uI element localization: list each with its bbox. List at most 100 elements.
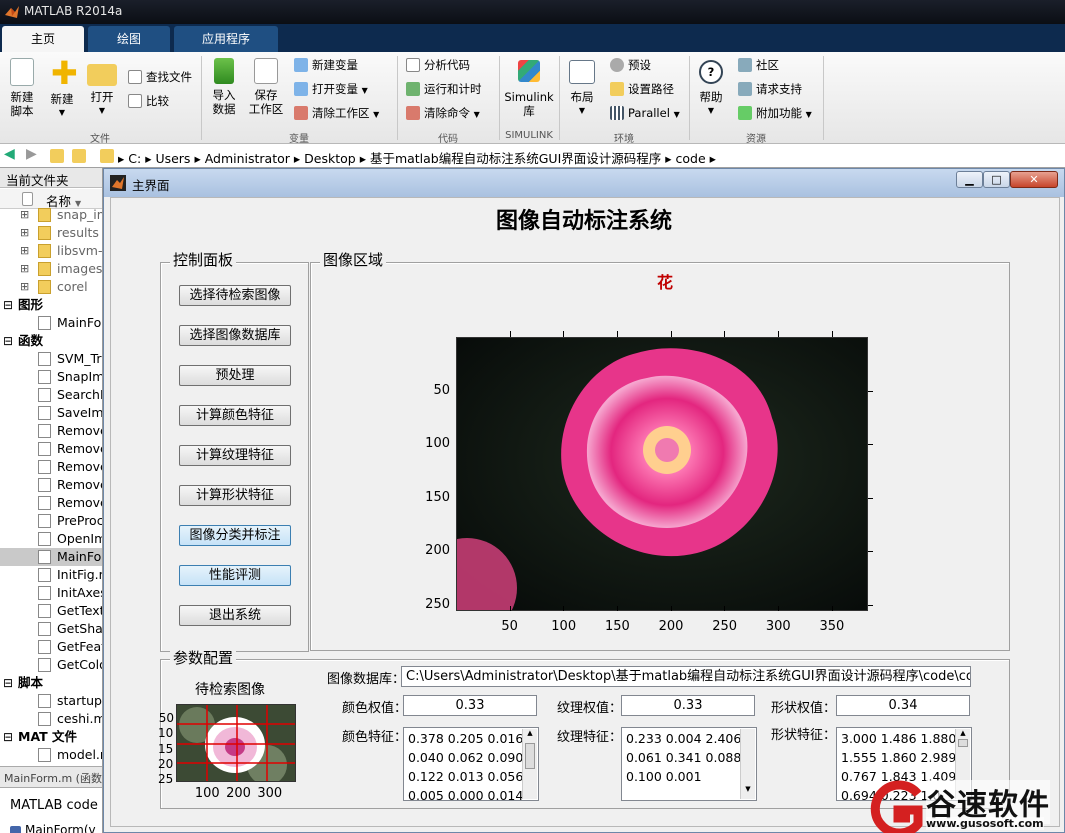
collapse-icon[interactable]: ⊟ (3, 674, 13, 692)
layout-button[interactable]: 布局 ▼ (564, 58, 600, 118)
collapse-icon[interactable]: ⊟ (3, 728, 13, 746)
browse-folder-icon[interactable] (72, 149, 86, 163)
tree-item[interactable]: ceshi.m (0, 710, 102, 728)
set-path-button[interactable]: 设置路径 (610, 82, 674, 96)
tab-plots[interactable]: 绘图 (88, 26, 170, 52)
shape-weight-field[interactable]: 0.34 (836, 695, 970, 716)
control-button[interactable]: 性能评测 (179, 565, 291, 586)
scrollbar[interactable]: ▲ (522, 729, 537, 799)
crumb-users[interactable]: Users (155, 151, 190, 166)
collapse-icon[interactable]: ⊟ (3, 332, 13, 350)
compare-button[interactable]: 比较 (128, 94, 169, 108)
tree-item[interactable]: InitFig.m (0, 566, 102, 584)
simulink-library-button[interactable]: Simulink 库 (504, 58, 554, 118)
tree-item[interactable]: Remove (0, 476, 102, 494)
preferences-button[interactable]: 预设 (610, 58, 651, 72)
tree-group[interactable]: ⊟ MAT 文件 (0, 728, 102, 746)
tree-item[interactable]: SVM_Tr (0, 350, 102, 368)
back-icon[interactable]: ◀ (4, 146, 15, 162)
tree-item[interactable]: MainFo (0, 548, 102, 566)
tree-item[interactable]: SearchR (0, 386, 102, 404)
tree-item[interactable]: startup. (0, 692, 102, 710)
control-button[interactable]: 选择待检索图像 (179, 285, 291, 306)
expand-icon[interactable]: ⊞ (20, 260, 29, 278)
tree-group[interactable]: ⊟ 函数 (0, 332, 102, 350)
clear-workspace-button[interactable]: 清除工作区 ▼ (294, 106, 379, 122)
scroll-up-icon[interactable]: ▲ (523, 729, 537, 737)
tree-item[interactable]: Remove (0, 458, 102, 476)
help-button[interactable]: ? 帮助 ▼ (694, 58, 728, 118)
forward-icon[interactable]: ▶ (26, 146, 37, 162)
control-button[interactable]: 图像分类并标注 (179, 525, 291, 546)
up-folder-icon[interactable] (50, 149, 64, 163)
control-button[interactable]: 计算形状特征 (179, 485, 291, 506)
tree-item[interactable]: SnapIm (0, 368, 102, 386)
tree-item[interactable]: GetFeat (0, 638, 102, 656)
tree-item[interactable]: PreProc (0, 512, 102, 530)
save-workspace-button[interactable]: 保存 工作区 (246, 58, 286, 116)
tree-item[interactable]: ⊞ corel (0, 278, 102, 296)
control-button[interactable]: 预处理 (179, 365, 291, 386)
scrollbar[interactable]: ▼ (740, 729, 755, 799)
tree-item[interactable]: MainFor (0, 314, 102, 332)
color-feature-list[interactable]: 0.378 0.205 0.016 0.040 0.062 0.090 0.122 … (403, 727, 539, 801)
addons-button[interactable]: 附加功能 ▼ (738, 106, 812, 122)
db-path-field[interactable]: C:\Users\Administrator\Desktop\基于matlab编… (401, 666, 971, 687)
address-bar[interactable]: ◀ ▶ ▸ C: ▸ Users ▸ Administrator ▸ Deskt… (0, 144, 1065, 168)
new-script-button[interactable]: 新建 脚本 (4, 58, 40, 118)
scroll-up-icon[interactable]: ▲ (956, 729, 970, 737)
tree-item[interactable]: Remove (0, 440, 102, 458)
run-and-time-button[interactable]: 运行和计时 (406, 82, 482, 96)
new-button[interactable]: ✚ 新建 ▼ (44, 57, 80, 120)
crumb-code[interactable]: code (676, 151, 706, 166)
collapse-icon[interactable]: ⊟ (3, 296, 13, 314)
tree-group[interactable]: ⊟ 图形 (0, 296, 102, 314)
crumb-project[interactable]: 基于matlab编程自动标注系统GUI界面设计源码程序 (370, 151, 661, 166)
tree-item[interactable]: model.m (0, 746, 102, 764)
expand-icon[interactable]: ⊞ (20, 242, 29, 260)
clear-commands-button[interactable]: 清除命令 ▼ (406, 106, 480, 122)
maximize-button[interactable]: □ (983, 171, 1010, 188)
scroll-thumb[interactable] (525, 743, 535, 769)
control-button[interactable]: 选择图像数据库 (179, 325, 291, 346)
tree-item[interactable]: GetShap (0, 620, 102, 638)
crumb-desktop[interactable]: Desktop (304, 151, 356, 166)
open-variable-button[interactable]: 打开变量 ▼ (294, 82, 368, 98)
tree-item[interactable]: ⊞ images (0, 260, 102, 278)
tree-item[interactable]: Remove (0, 494, 102, 512)
control-button[interactable]: 退出系统 (179, 605, 291, 626)
close-button[interactable]: ✕ (1010, 171, 1058, 188)
parallel-button[interactable]: Parallel ▼ (610, 106, 680, 122)
tab-home[interactable]: 主页 (2, 26, 84, 52)
texture-weight-field[interactable]: 0.33 (621, 695, 755, 716)
expand-icon[interactable]: ⊞ (20, 278, 29, 296)
control-button[interactable]: 计算纹理特征 (179, 445, 291, 466)
color-weight-field[interactable]: 0.33 (403, 695, 537, 716)
crumb-administrator[interactable]: Administrator (205, 151, 290, 166)
analyze-code-button[interactable]: 分析代码 (406, 58, 470, 72)
texture-feature-list[interactable]: 0.233 0.004 2.406 0.061 0.341 0.088 0.100 … (621, 727, 757, 801)
tree-item[interactable]: ⊞ results (0, 224, 102, 242)
expand-icon[interactable]: ⊞ (20, 206, 29, 224)
scroll-down-icon[interactable]: ▼ (741, 785, 755, 793)
tree-group[interactable]: ⊟ 脚本 (0, 674, 102, 692)
control-button[interactable]: 计算颜色特征 (179, 405, 291, 426)
open-button[interactable]: 打开 ▼ (84, 58, 120, 118)
tree-item[interactable]: ⊞ libsvm-3 (0, 242, 102, 260)
tree-item[interactable]: GetText (0, 602, 102, 620)
new-variable-button[interactable]: 新建变量 (294, 58, 358, 72)
crumb-drive[interactable]: C: (128, 151, 141, 166)
request-support-button[interactable]: 请求支持 (738, 82, 802, 96)
main-axes[interactable] (417, 337, 868, 638)
tree-item[interactable]: SaveIma (0, 404, 102, 422)
minimize-button[interactable]: ▁ (956, 171, 983, 188)
tree-item[interactable]: Remove (0, 422, 102, 440)
community-button[interactable]: 社区 (738, 58, 779, 72)
tree-item[interactable]: InitAxes (0, 584, 102, 602)
find-files-button[interactable]: 查找文件 (128, 70, 192, 84)
tree-item[interactable]: GetColo (0, 656, 102, 674)
tab-apps[interactable]: 应用程序 (174, 26, 278, 52)
query-image-axes[interactable] (176, 704, 296, 782)
tree-item[interactable]: OpenIm (0, 530, 102, 548)
scroll-thumb[interactable] (958, 739, 968, 747)
